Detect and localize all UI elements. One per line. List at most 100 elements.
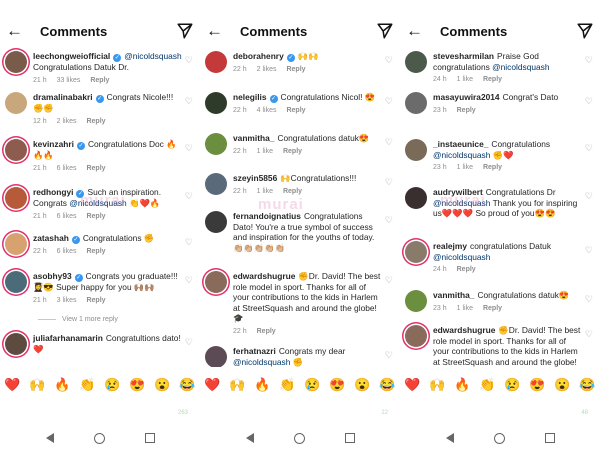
- like-heart-icon[interactable]: ♡: [185, 237, 193, 248]
- avatar[interactable]: [5, 139, 27, 161]
- comment-username[interactable]: asobhy93: [33, 271, 72, 281]
- like-heart-icon[interactable]: ♡: [385, 177, 393, 188]
- emoji-reaction-button[interactable]: 😮: [554, 377, 570, 393]
- comment-username[interactable]: deborahenry: [233, 51, 284, 61]
- emoji-reaction-button[interactable]: 😂: [379, 377, 395, 393]
- reply-button[interactable]: Reply: [86, 118, 105, 125]
- reply-button[interactable]: Reply: [86, 165, 105, 172]
- comment-username[interactable]: masayuwira2014: [433, 92, 500, 102]
- comment-likes[interactable]: 1 like: [457, 76, 473, 83]
- comment-username[interactable]: juliafarhanamarin: [33, 333, 103, 343]
- emoji-reaction-button[interactable]: ❤️: [404, 377, 420, 393]
- nav-home-icon[interactable]: [293, 432, 305, 444]
- reply-button[interactable]: Reply: [283, 148, 302, 155]
- comment-username[interactable]: zatashah: [33, 233, 69, 243]
- avatar[interactable]: [405, 51, 427, 73]
- emoji-reaction-button[interactable]: 😮: [154, 377, 170, 393]
- reply-button[interactable]: Reply: [483, 305, 502, 312]
- comment-username[interactable]: stevesharmilan: [433, 51, 494, 61]
- nav-recents-icon[interactable]: [344, 433, 355, 443]
- emoji-reaction-button[interactable]: 😢: [504, 377, 520, 393]
- comment-username[interactable]: szeyin5856: [233, 173, 277, 183]
- back-arrow-icon[interactable]: ←: [206, 21, 228, 41]
- send-icon[interactable]: [576, 22, 594, 40]
- comment-likes[interactable]: 2 likes: [57, 118, 77, 125]
- comment-username[interactable]: redhongyi: [33, 187, 73, 197]
- nav-back-icon[interactable]: [45, 433, 54, 443]
- avatar[interactable]: [205, 92, 227, 114]
- emoji-reaction-button[interactable]: 🔥: [54, 377, 70, 393]
- reply-button[interactable]: Reply: [286, 66, 305, 73]
- comment-username[interactable]: leechongweiofficial: [33, 51, 110, 61]
- comment-username[interactable]: vanmitha_: [233, 133, 274, 143]
- back-arrow-icon[interactable]: ←: [6, 21, 28, 41]
- comment-likes[interactable]: 4 likes: [257, 107, 277, 114]
- like-heart-icon[interactable]: ♡: [385, 137, 393, 148]
- comment-likes[interactable]: 33 likes: [57, 77, 81, 84]
- like-heart-icon[interactable]: ♡: [585, 294, 593, 305]
- nav-back-icon[interactable]: [245, 433, 254, 443]
- avatar[interactable]: [5, 92, 27, 114]
- comment-username[interactable]: vanmitha_: [433, 290, 474, 300]
- avatar[interactable]: [405, 241, 427, 263]
- comment-username[interactable]: nelegilis: [233, 92, 267, 102]
- emoji-reaction-button[interactable]: 🙌: [29, 377, 45, 393]
- like-heart-icon[interactable]: ♡: [585, 55, 593, 66]
- reply-button[interactable]: Reply: [457, 107, 476, 114]
- comment-likes[interactable]: 1 like: [457, 305, 473, 312]
- emoji-reaction-button[interactable]: 🔥: [254, 377, 270, 393]
- comment-likes[interactable]: 6 likes: [57, 248, 77, 255]
- like-heart-icon[interactable]: ♡: [185, 96, 193, 107]
- like-heart-icon[interactable]: ♡: [185, 143, 193, 154]
- nav-home-icon[interactable]: [493, 432, 505, 444]
- comment-mention[interactable]: @nicoldsquash: [433, 150, 490, 160]
- comment-username[interactable]: _instaeunice_: [433, 139, 488, 149]
- like-heart-icon[interactable]: ♡: [385, 275, 393, 286]
- emoji-reaction-button[interactable]: 😮: [354, 377, 370, 393]
- comment-likes[interactable]: 3 likes: [57, 297, 77, 304]
- send-icon[interactable]: [376, 22, 394, 40]
- reply-button[interactable]: Reply: [483, 76, 502, 83]
- avatar[interactable]: [405, 187, 427, 209]
- emoji-reaction-button[interactable]: 😢: [304, 377, 320, 393]
- comment-likes[interactable]: 1 like: [457, 164, 473, 171]
- avatar[interactable]: [405, 139, 427, 161]
- avatar[interactable]: [405, 325, 427, 347]
- comment-mention[interactable]: @nicoldsquash: [492, 62, 549, 72]
- nav-home-icon[interactable]: [93, 432, 105, 444]
- emoji-reaction-button[interactable]: 😢: [104, 377, 120, 393]
- emoji-reaction-button[interactable]: 😍: [129, 377, 145, 393]
- comment-username[interactable]: ferhatnazri: [233, 346, 276, 356]
- like-heart-icon[interactable]: ♡: [585, 245, 593, 256]
- like-heart-icon[interactable]: ♡: [185, 275, 193, 286]
- like-heart-icon[interactable]: ♡: [185, 191, 193, 202]
- like-heart-icon[interactable]: ♡: [385, 55, 393, 66]
- avatar[interactable]: [5, 233, 27, 255]
- emoji-reaction-button[interactable]: 🙌: [429, 377, 445, 393]
- reply-button[interactable]: Reply: [483, 164, 502, 171]
- avatar[interactable]: [205, 133, 227, 155]
- like-heart-icon[interactable]: ♡: [185, 55, 193, 66]
- emoji-reaction-button[interactable]: 🙌: [229, 377, 245, 393]
- comment-username[interactable]: edwardshugrue: [233, 271, 295, 281]
- emoji-reaction-button[interactable]: 😂: [579, 377, 595, 393]
- like-heart-icon[interactable]: ♡: [585, 143, 593, 154]
- reply-button[interactable]: Reply: [90, 77, 109, 84]
- comment-username[interactable]: edwardshugrue: [433, 325, 495, 335]
- emoji-reaction-button[interactable]: ❤️: [204, 377, 220, 393]
- avatar[interactable]: [5, 51, 27, 73]
- avatar[interactable]: [5, 187, 27, 209]
- nav-recents-icon[interactable]: [544, 433, 555, 443]
- comment-username[interactable]: kevinzahri: [33, 139, 74, 149]
- avatar[interactable]: [205, 173, 227, 195]
- emoji-reaction-button[interactable]: 😍: [529, 377, 545, 393]
- nav-recents-icon[interactable]: [144, 433, 155, 443]
- send-icon[interactable]: [176, 22, 194, 40]
- avatar[interactable]: [5, 271, 27, 293]
- reply-button[interactable]: Reply: [86, 248, 105, 255]
- view-more-replies[interactable]: View 1 more reply: [38, 316, 118, 323]
- like-heart-icon[interactable]: ♡: [385, 215, 393, 226]
- emoji-reaction-button[interactable]: 🔥: [454, 377, 470, 393]
- comment-list[interactable]: stevesharmilan Praise God congratulations…: [400, 45, 600, 367]
- comment-mention[interactable]: @nicoldsquash: [124, 51, 181, 61]
